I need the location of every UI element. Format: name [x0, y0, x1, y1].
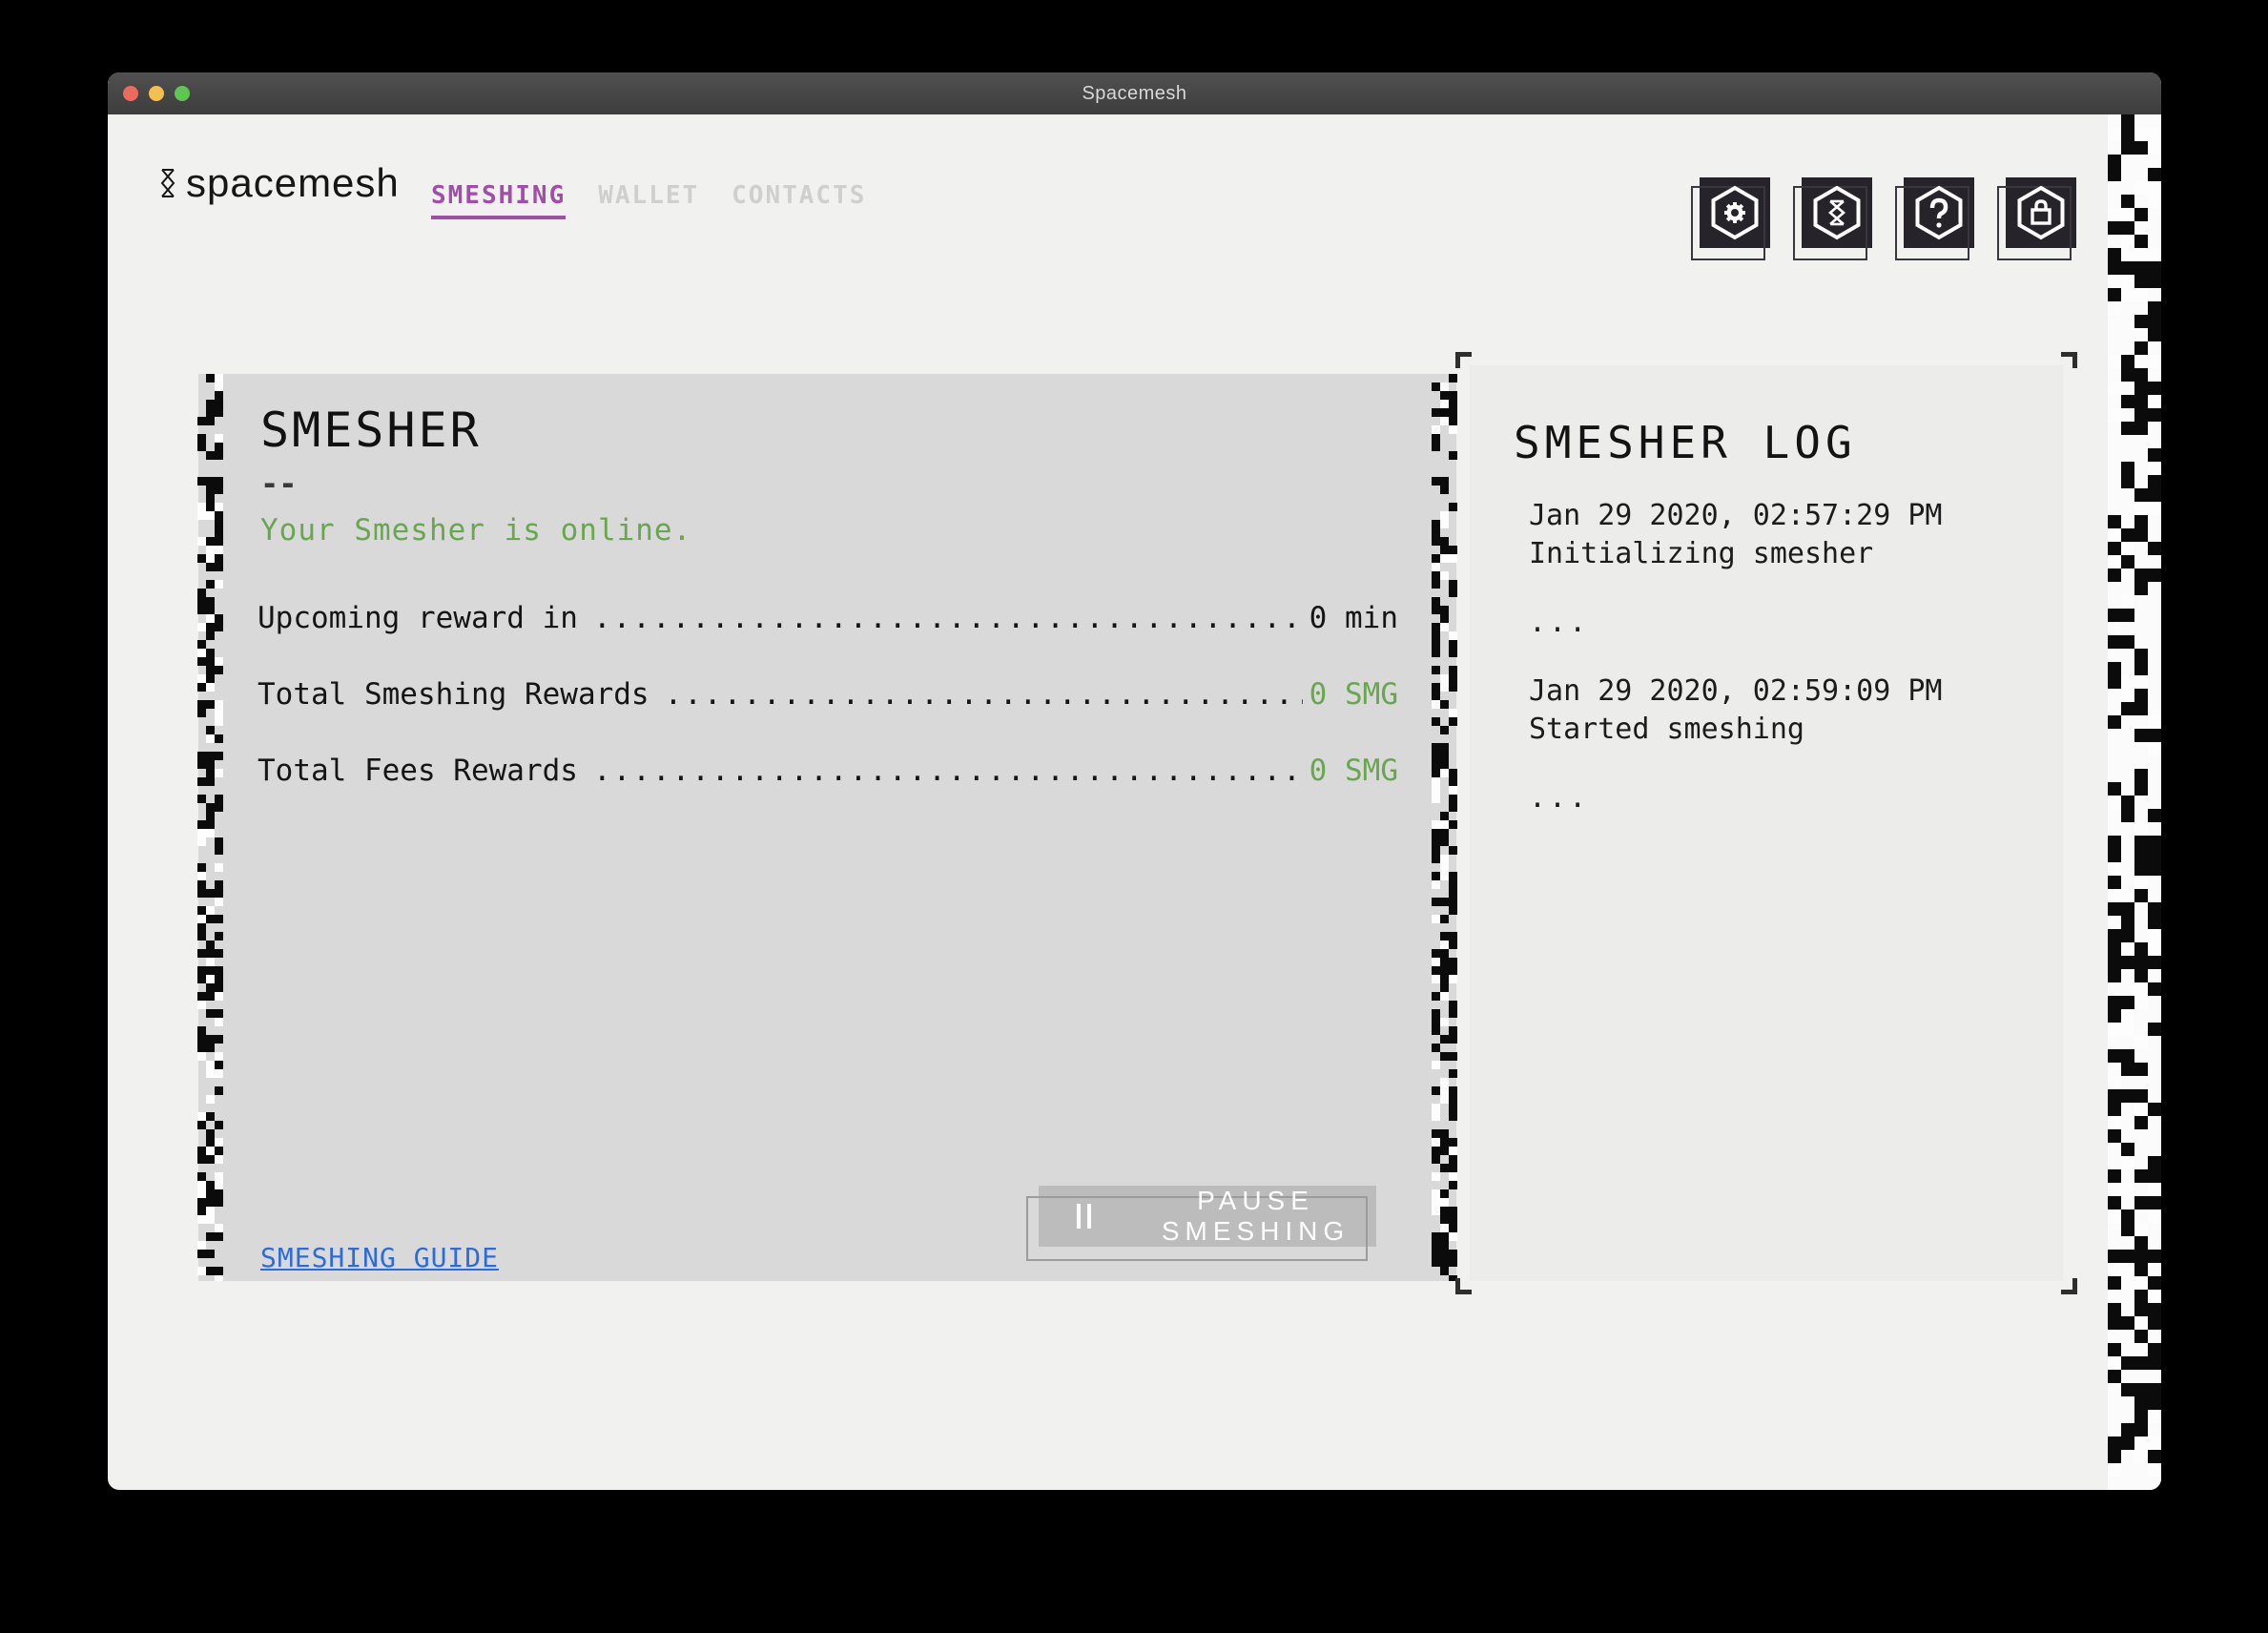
smesher-log-title: SMESHER LOG [1514, 417, 1857, 468]
stat-value: 0 SMG [1309, 677, 1398, 712]
dot-leader: ........................................… [592, 601, 1303, 635]
stat-value: 0 min [1309, 601, 1398, 635]
minimize-window-button[interactable] [149, 86, 164, 101]
smesher-divider: -- [260, 465, 298, 502]
logo-wordmark: spacemesh [186, 160, 400, 205]
help-button[interactable] [1895, 177, 1974, 260]
log-entry-text: Initializing smesher [1529, 537, 1874, 570]
stat-label: Upcoming reward in [258, 601, 578, 635]
spacemesh-logo-icon [160, 169, 175, 197]
lock-button[interactable] [1997, 177, 2076, 260]
log-entry-time: Jan 29 2020, 02:59:09 PM [1529, 674, 1943, 708]
log-entry-text: Started smeshing [1529, 713, 1804, 746]
main-nav: SMESHING WALLET CONTACTS [431, 181, 866, 219]
checker-border-window-right [2108, 114, 2161, 1490]
network-button[interactable] [1793, 177, 1872, 260]
stat-row-fees-rewards: Total Fees Rewards .....................… [258, 754, 1398, 830]
tab-smeshing[interactable]: SMESHING [431, 181, 567, 219]
window-title: Spacemesh [1082, 82, 1187, 104]
smesher-title: SMESHER [260, 403, 482, 458]
dot-leader: ........................................… [664, 677, 1303, 712]
pause-icon [1077, 1204, 1091, 1229]
tab-wallet[interactable]: WALLET [598, 181, 699, 219]
stat-value: 0 SMG [1309, 754, 1398, 788]
stat-row-smeshing-rewards: Total Smeshing Rewards .................… [258, 677, 1398, 754]
lock-icon [2017, 185, 2065, 240]
titlebar[interactable]: Spacemesh [108, 72, 2161, 114]
corner-bracket-top-right [2061, 352, 2077, 368]
network-mesh-icon [1813, 185, 1861, 240]
desktop-background: Spacemesh spacemesh SMESHING WALLET CONT… [0, 0, 2268, 1633]
smesher-status-text: Your Smesher is online. [260, 513, 692, 548]
stat-label: Total Smeshing Rewards [258, 677, 649, 712]
corner-bracket-bottom-right [2061, 1278, 2077, 1294]
dot-leader: ........................................… [592, 754, 1303, 788]
log-entry-time: Jan 29 2020, 02:57:29 PM [1529, 499, 1943, 532]
checker-border-right [1432, 374, 1457, 1281]
log-ellipsis: ... [1529, 606, 1590, 639]
smesher-log-panel: SMESHER LOG Jan 29 2020, 02:57:29 PM Ini… [1455, 352, 2077, 1294]
traffic-lights [123, 72, 190, 114]
pause-smeshing-button[interactable]: PAUSE SMESHING [1026, 1186, 1376, 1261]
settings-button[interactable] [1691, 177, 1770, 260]
spacemesh-logo: spacemesh [158, 160, 400, 206]
corner-bracket-bottom-left [1455, 1278, 1472, 1294]
stat-row-upcoming-reward: Upcoming reward in .....................… [258, 601, 1398, 677]
app-window: Spacemesh spacemesh SMESHING WALLET CONT… [108, 72, 2161, 1490]
app-header: spacemesh SMESHING WALLET CONTACTS [108, 114, 2161, 260]
smesher-panel: SMESHER -- Your Smesher is online. Upcom… [197, 374, 1457, 1281]
smesher-stats: Upcoming reward in .....................… [258, 601, 1398, 830]
corner-bracket-top-left [1455, 352, 1472, 368]
smeshing-guide-link[interactable]: SMESHING GUIDE [260, 1242, 499, 1273]
log-entry: Jan 29 2020, 02:57:29 PM Initializing sm… [1529, 497, 2034, 573]
zoom-window-button[interactable] [175, 86, 190, 101]
header-icon-buttons [1691, 177, 2076, 260]
close-window-button[interactable] [123, 86, 138, 101]
log-entry: Jan 29 2020, 02:59:09 PM Started smeshin… [1529, 672, 2034, 749]
help-question-icon [1915, 185, 1963, 240]
checker-border-left [197, 374, 223, 1281]
settings-gear-icon [1711, 185, 1759, 240]
log-ellipsis: ... [1529, 781, 1590, 815]
stat-label: Total Fees Rewards [258, 754, 578, 788]
pause-button-label: PAUSE SMESHING [1161, 1186, 1350, 1246]
tab-contacts[interactable]: CONTACTS [732, 181, 866, 219]
smesher-log-list: Jan 29 2020, 02:57:29 PM Initializing sm… [1529, 497, 2034, 848]
